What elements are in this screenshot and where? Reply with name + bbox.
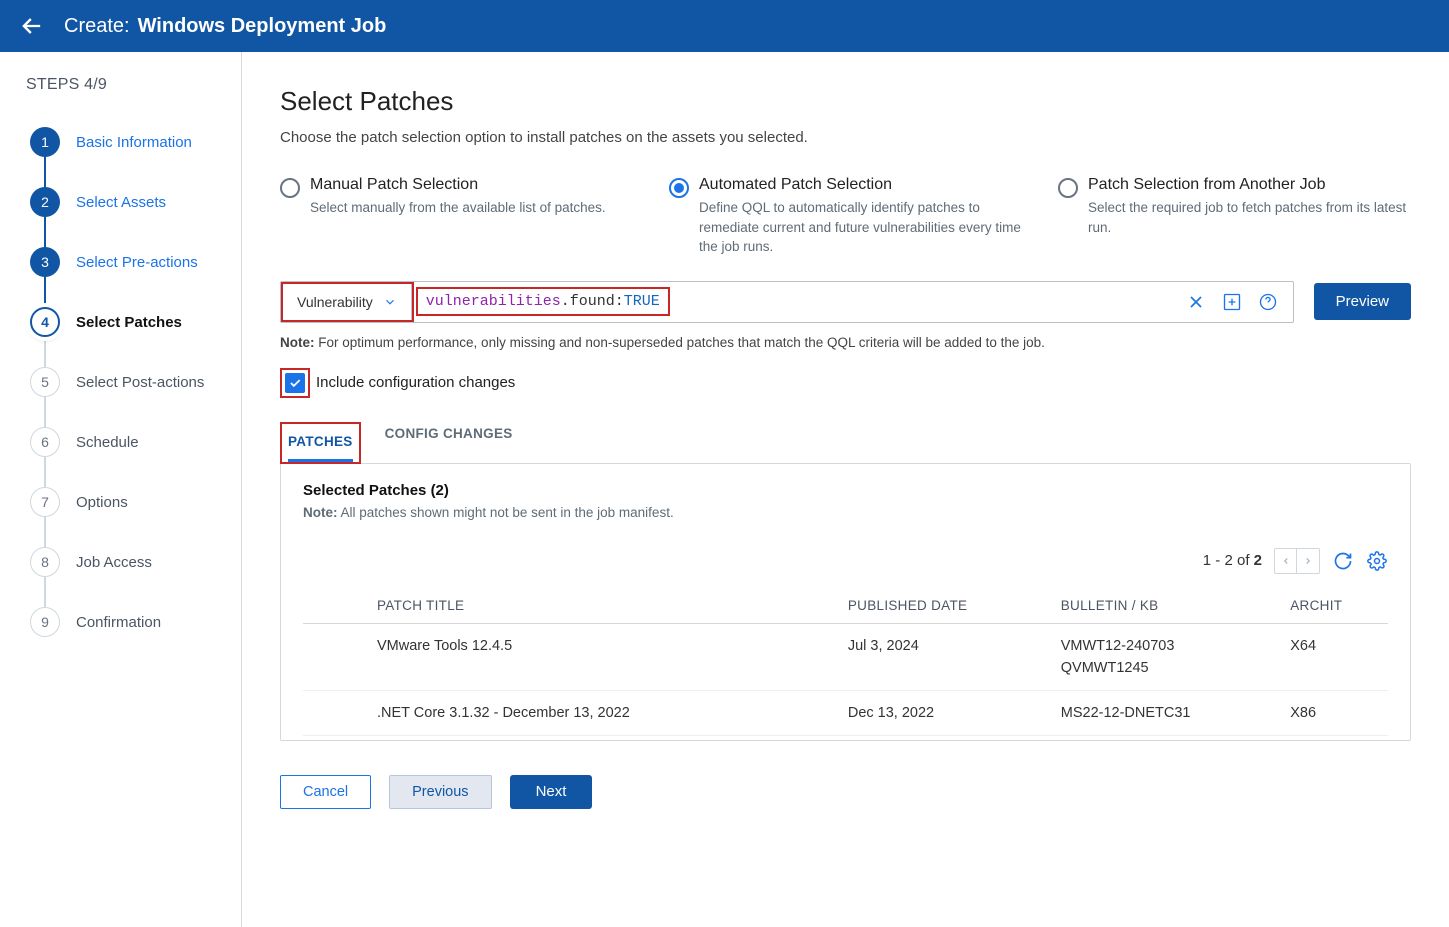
patches-table-card: Selected Patches (2) Note: All patches s… bbox=[280, 463, 1411, 741]
include-config-checkbox[interactable] bbox=[285, 373, 305, 393]
step-3[interactable]: 3 Select Pre-actions bbox=[30, 232, 241, 292]
step-9[interactable]: 9 Confirmation bbox=[30, 592, 241, 652]
preview-button[interactable]: Preview bbox=[1314, 283, 1411, 320]
settings-icon[interactable] bbox=[1366, 550, 1388, 572]
cell-bulletin: MS22-12-DNETC31 bbox=[1055, 690, 1285, 735]
step-label: Options bbox=[76, 494, 128, 511]
cell-arch: X86 bbox=[1284, 690, 1388, 735]
cell-title: .NET Core 3.1.32 - December 13, 2022 bbox=[303, 690, 842, 735]
step-4[interactable]: 4 Select Patches bbox=[30, 292, 241, 352]
include-config-label: Include configuration changes bbox=[316, 374, 515, 391]
col-bulletin: BULLETIN / KB bbox=[1055, 588, 1285, 624]
create-label: Create: bbox=[64, 15, 130, 38]
selected-patches-note: Note: All patches shown might not be sen… bbox=[303, 505, 1388, 520]
query-input[interactable]: vulnerabilities.found:TRUE bbox=[414, 282, 1185, 322]
query-builder: Vulnerability vulnerabilities.found:TRUE bbox=[280, 281, 1294, 323]
option-title: Automated Patch Selection bbox=[699, 176, 1022, 194]
selected-patches-heading: Selected Patches (2) bbox=[303, 482, 1388, 499]
cell-date: Dec 13, 2022 bbox=[842, 690, 1055, 735]
step-bullet: 8 bbox=[30, 547, 60, 577]
option-desc: Define QQL to automatically identify pat… bbox=[699, 198, 1022, 257]
cell-date: Jul 3, 2024 bbox=[842, 623, 1055, 690]
pager-prev[interactable] bbox=[1275, 549, 1297, 573]
patch-selection-option-2[interactable]: Patch Selection from Another Job Select t… bbox=[1058, 176, 1411, 257]
query-text: vulnerabilities.found:TRUE bbox=[416, 287, 670, 316]
cell-bulletin: VMWT12-240703QVMWT1245 bbox=[1055, 623, 1285, 690]
col-patch-title: PATCH TITLE bbox=[303, 588, 842, 624]
tab-config-changes[interactable]: CONFIG CHANGES bbox=[385, 422, 513, 464]
next-button[interactable]: Next bbox=[510, 775, 593, 809]
cell-title: VMware Tools 12.4.5 bbox=[303, 623, 842, 690]
chevron-down-icon bbox=[383, 295, 397, 309]
step-bullet: 1 bbox=[30, 127, 60, 157]
step-label: Basic Information bbox=[76, 134, 192, 151]
refresh-icon[interactable] bbox=[1332, 550, 1354, 572]
help-icon[interactable] bbox=[1257, 291, 1279, 313]
arrow-left-icon bbox=[18, 12, 46, 40]
clear-icon[interactable] bbox=[1185, 291, 1207, 313]
query-type-label: Vulnerability bbox=[297, 294, 373, 310]
option-title: Manual Patch Selection bbox=[310, 176, 606, 194]
step-label: Select Assets bbox=[76, 194, 166, 211]
app-header: Create: Windows Deployment Job bbox=[0, 0, 1449, 52]
page-subtitle: Choose the patch selection option to ins… bbox=[280, 129, 1411, 146]
table-row[interactable]: VMware Tools 12.4.5Jul 3, 2024VMWT12-240… bbox=[303, 623, 1388, 690]
option-desc: Select manually from the available list … bbox=[310, 198, 606, 218]
tab-patches[interactable]: PATCHES bbox=[288, 426, 353, 462]
previous-button[interactable]: Previous bbox=[389, 775, 491, 809]
option-desc: Select the required job to fetch patches… bbox=[1088, 198, 1411, 237]
patch-selection-option-1[interactable]: Automated Patch Selection Define QQL to a… bbox=[669, 176, 1022, 257]
step-6[interactable]: 6 Schedule bbox=[30, 412, 241, 472]
pager-buttons bbox=[1274, 548, 1320, 574]
page-title-header: Windows Deployment Job bbox=[138, 15, 387, 38]
table-row[interactable]: .NET Core 3.1.32 - December 13, 2022Dec … bbox=[303, 690, 1388, 735]
step-1[interactable]: 1 Basic Information bbox=[30, 112, 241, 172]
step-2[interactable]: 2 Select Assets bbox=[30, 172, 241, 232]
pager-text: 1 - 2 of 2 bbox=[1203, 552, 1262, 569]
pager-next[interactable] bbox=[1297, 549, 1319, 573]
performance-note: Note: For optimum performance, only miss… bbox=[280, 335, 1411, 350]
step-bullet: 2 bbox=[30, 187, 60, 217]
step-bullet: 5 bbox=[30, 367, 60, 397]
radio-button[interactable] bbox=[1058, 178, 1078, 198]
step-label: Select Patches bbox=[76, 314, 182, 331]
step-bullet: 7 bbox=[30, 487, 60, 517]
add-icon[interactable] bbox=[1221, 291, 1243, 313]
query-type-dropdown[interactable]: Vulnerability bbox=[283, 284, 412, 320]
wizard-sidebar: STEPS 4/9 1 Basic Information 2 Select Asse… bbox=[0, 52, 242, 927]
option-title: Patch Selection from Another Job bbox=[1088, 176, 1411, 194]
radio-button[interactable] bbox=[669, 178, 689, 198]
step-7[interactable]: 7 Options bbox=[30, 472, 241, 532]
step-bullet: 4 bbox=[30, 307, 60, 337]
step-label: Select Post-actions bbox=[76, 374, 204, 391]
cancel-button[interactable]: Cancel bbox=[280, 775, 371, 809]
step-label: Select Pre-actions bbox=[76, 254, 198, 271]
col-archit: ARCHIT bbox=[1284, 588, 1388, 624]
cell-arch: X64 bbox=[1284, 623, 1388, 690]
step-bullet: 9 bbox=[30, 607, 60, 637]
radio-button[interactable] bbox=[280, 178, 300, 198]
main-content: Select Patches Choose the patch selectio… bbox=[242, 52, 1449, 927]
back-button[interactable] bbox=[18, 12, 46, 40]
step-bullet: 6 bbox=[30, 427, 60, 457]
step-bullet: 3 bbox=[30, 247, 60, 277]
step-8[interactable]: 8 Job Access bbox=[30, 532, 241, 592]
check-icon bbox=[288, 376, 302, 390]
step-5[interactable]: 5 Select Post-actions bbox=[30, 352, 241, 412]
col-published-date: PUBLISHED DATE bbox=[842, 588, 1055, 624]
step-label: Schedule bbox=[76, 434, 139, 451]
patches-table: PATCH TITLE PUBLISHED DATE BULLETIN / KB… bbox=[303, 588, 1388, 736]
page-title: Select Patches bbox=[280, 86, 1411, 117]
step-label: Job Access bbox=[76, 554, 152, 571]
steps-heading: STEPS 4/9 bbox=[0, 76, 241, 94]
step-label: Confirmation bbox=[76, 614, 161, 631]
patch-selection-option-0[interactable]: Manual Patch Selection Select manually fr… bbox=[280, 176, 633, 257]
